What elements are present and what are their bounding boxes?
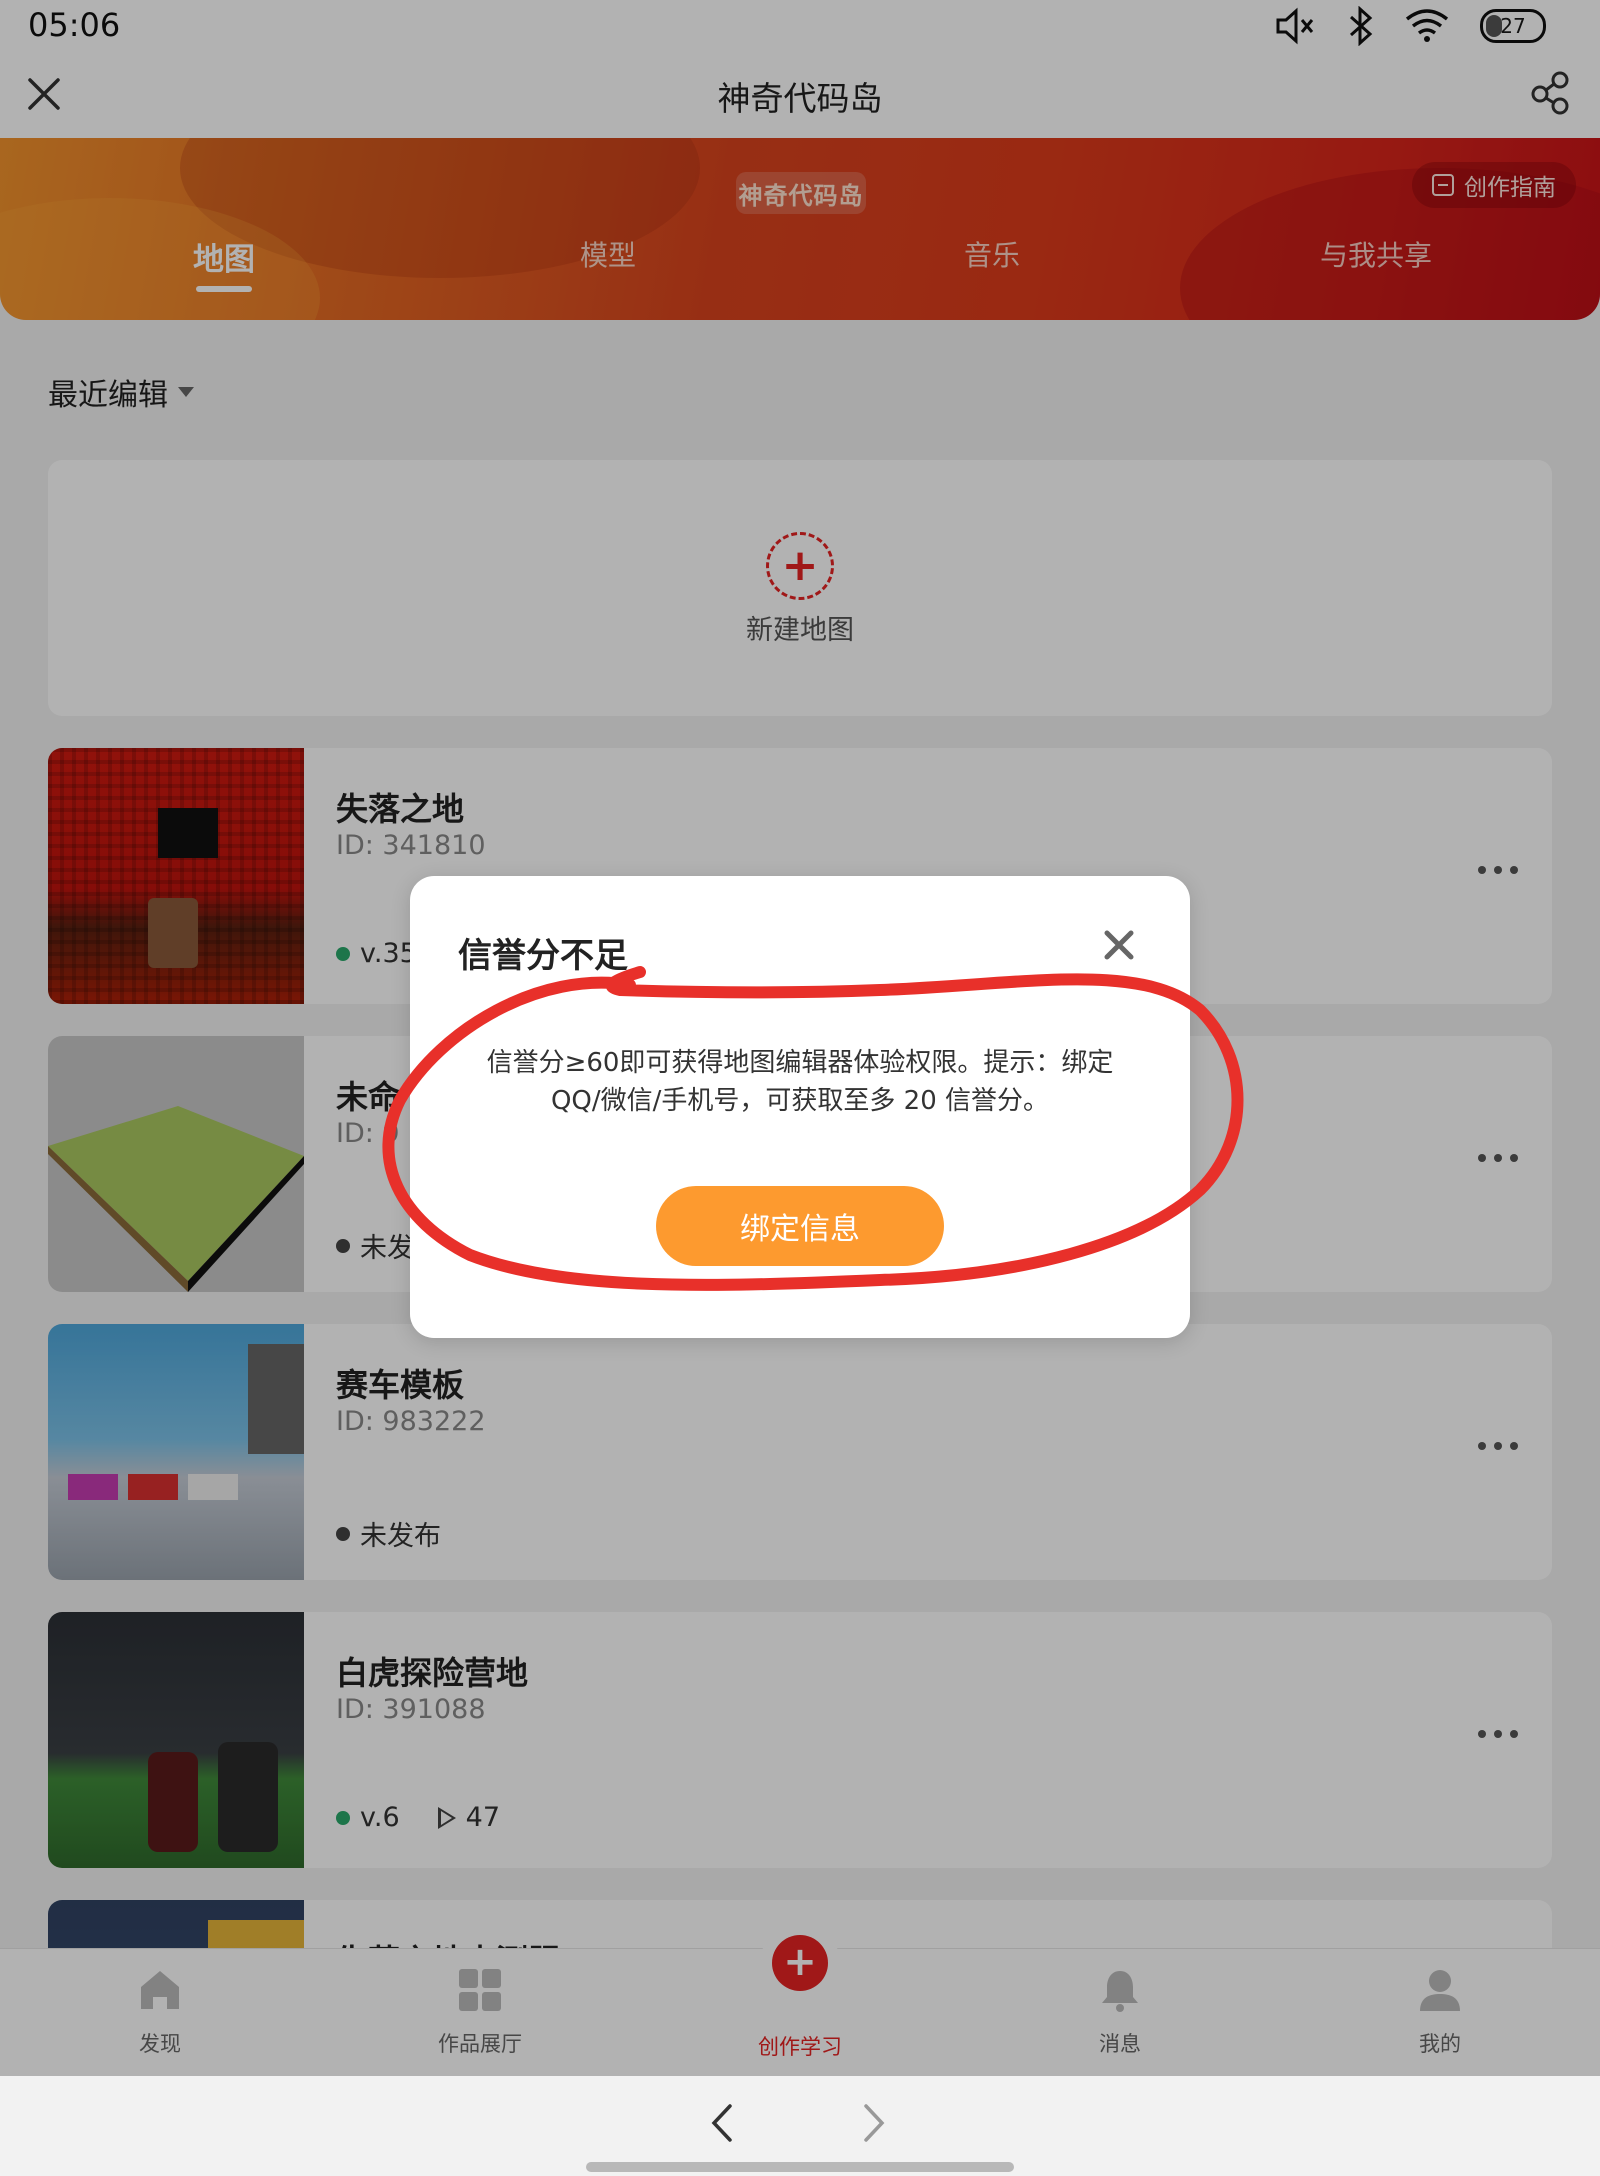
credit-score-dialog: 信誉分不足 信誉分≥60即可获得地图编辑器体验权限。提示：绑定 QQ/微信/手机… (410, 876, 1190, 1338)
back-arrow-icon[interactable] (706, 2102, 736, 2144)
dialog-title: 信誉分不足 (458, 936, 628, 976)
battery-level: 27 (1500, 14, 1526, 38)
home-indicator[interactable] (586, 2162, 1014, 2172)
dialog-close-icon[interactable] (1102, 928, 1136, 962)
bind-info-button[interactable]: 绑定信息 (656, 1186, 944, 1266)
forward-arrow-icon[interactable] (860, 2102, 890, 2144)
dialog-message: 信誉分≥60即可获得地图编辑器体验权限。提示：绑定 QQ/微信/手机号，可获取至… (486, 1048, 1114, 1116)
system-navigation-bar (0, 2076, 1600, 2176)
